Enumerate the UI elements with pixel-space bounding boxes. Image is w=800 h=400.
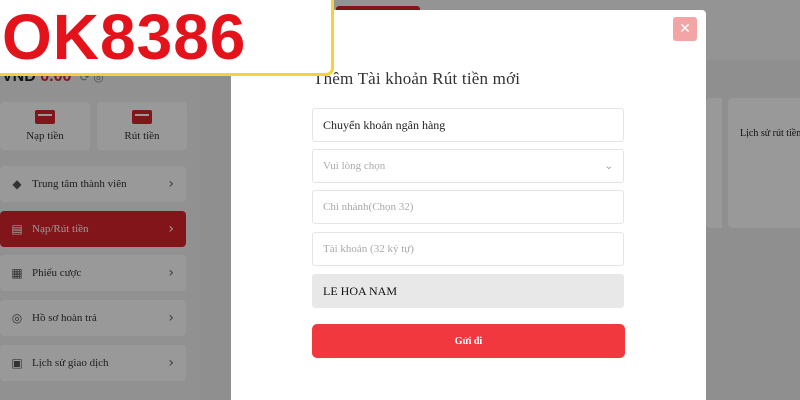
logo-text: OK8386 — [2, 0, 247, 73]
branch-input[interactable] — [312, 190, 624, 224]
brand-logo: OK8386 — [0, 0, 334, 76]
account-holder-field: LE HOA NAM — [312, 274, 624, 308]
modal-title: Thêm Tài khoản Rút tiền mới — [313, 69, 521, 88]
close-icon: ✕ — [679, 21, 691, 37]
submit-button[interactable]: Gửi đi — [312, 324, 625, 358]
withdraw-method-field[interactable]: Chuyển khoản ngân hàng — [312, 108, 624, 142]
close-button[interactable]: ✕ — [673, 17, 697, 41]
chevron-down-icon: ⌄ — [604, 160, 613, 172]
account-number-input[interactable] — [312, 232, 624, 266]
bank-select[interactable]: Vui lòng chọn ⌄ — [312, 149, 624, 183]
bank-select-placeholder: Vui lòng chọn — [323, 160, 386, 172]
